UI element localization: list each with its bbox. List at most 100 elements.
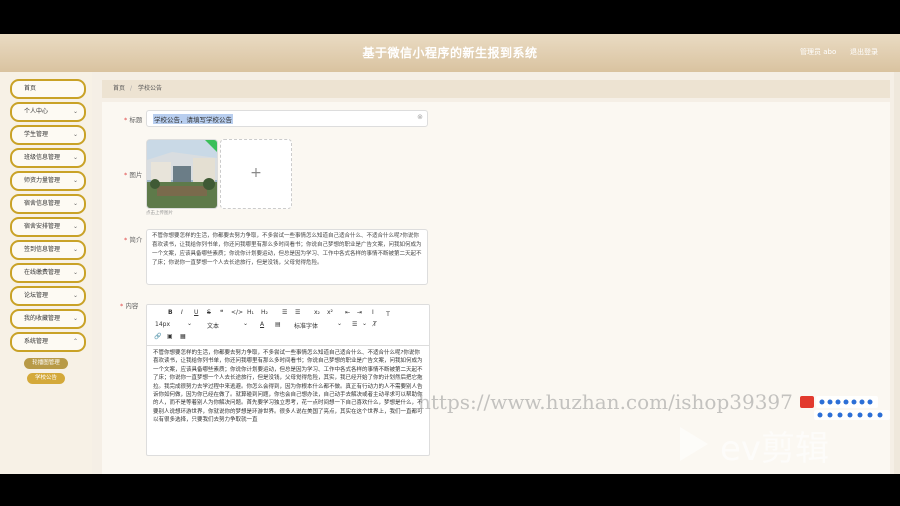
sidebar-item-classes[interactable]: 班级信息管理 ⌄ [10,148,86,168]
outdent-button[interactable]: ⇤ [345,309,350,316]
intro-textarea[interactable]: 不管你想要怎样的生活，你都要去努力争取，不多尝试一些事情怎么知道自己适合什么、不… [146,229,428,285]
video-letterbox-bottom [0,474,900,506]
sidebar-subitem-carousel[interactable]: 轮播图管理 [24,358,68,369]
subscript-button[interactable]: x₂ [314,309,320,316]
floating-ime-toolbar [800,396,890,422]
sidebar-item-label: 学生管理 [24,131,49,138]
image-label: * 图片 [124,171,143,179]
italic-button[interactable]: I [181,309,183,316]
upload-add-button[interactable]: + [220,139,292,209]
breadcrumb: 首页 / 学校公告 [102,80,890,98]
sidebar-item-label: 师资力量管理 [24,177,61,184]
h2-button[interactable]: H₂ [261,309,268,316]
page-title: 基于微信小程序的新生报到系统 [362,46,538,60]
sidebar-item-system[interactable]: 系统管理 ⌃ [10,332,86,352]
text-format-button[interactable]: Ｔ [385,309,391,318]
sidebar-item-label: 我的收藏管理 [24,315,61,322]
upload-hint: 点击上传图片 [146,211,173,216]
sidebar-item-profile[interactable]: 个人中心 ⌄ [10,102,86,122]
plus-icon: + [250,165,262,181]
sidebar-item-checkin[interactable]: 签到信息管理 ⌄ [10,240,86,260]
editor-toolbar: B I U S ❝ </> H₁ H₂ ☰ ☰ x₂ x² ⇤ ⇥ Ⅰ Ｔ 14… [147,305,429,346]
sidebar-item-label: 宿舍信息管理 [24,200,61,207]
image-icon[interactable]: ▣ [167,333,173,340]
sidebar-item-dorm-assign[interactable]: 宿舍安排管理 ⌄ [10,217,86,237]
sidebar-item-dorm-info[interactable]: 宿舍信息管理 ⌄ [10,194,86,214]
indent-button[interactable]: ⇥ [357,309,362,316]
breadcrumb-home[interactable]: 首页 [113,80,125,98]
superscript-button[interactable]: x² [327,309,333,316]
sidebar-item-label: 首页 [24,85,37,92]
top-header: 基于微信小程序的新生报到系统 管理员 abo 退出登录 [0,34,900,72]
h1-button[interactable]: H₁ [247,309,254,316]
strike-button[interactable]: S [207,309,211,316]
chevron-down-icon: ⌄ [187,320,193,327]
rich-text-editor[interactable]: B I U S ❝ </> H₁ H₂ ☰ ☰ x₂ x² ⇤ ⇥ Ⅰ Ｔ 14… [146,304,430,456]
chevron-down-icon: ⌄ [72,177,78,184]
sidebar-item-label: 宿舍安排管理 [24,223,61,230]
sidebar-item-payment[interactable]: 在线缴费管理 ⌄ [10,263,86,283]
shop-watermark: https://www.huzhan.com/ishop39397 [418,390,793,414]
bold-button[interactable]: B [168,309,173,316]
sidebar-subitem-notice[interactable]: 学校公告 [27,373,65,384]
chevron-down-icon: ⌄ [72,315,78,322]
editor-content[interactable]: 不管你想要怎样的生活，你都要去努力争取，不多尝试一些事情怎么知道自己适合什么、不… [153,349,423,425]
clear-format-button[interactable]: T̸ [373,321,377,328]
clear-icon[interactable]: ⊗ [417,113,423,121]
ordered-list-button[interactable]: ☰ [282,309,287,316]
content-label: * 内容 [120,302,139,310]
video-letterbox-top [0,0,900,34]
sidebar-item-forum[interactable]: 论坛管理 ⌄ [10,286,86,306]
chevron-down-icon: ⌄ [243,320,249,327]
sidebar-item-label: 在线缴费管理 [24,269,61,276]
background-color-button[interactable]: ▤ [275,321,281,328]
title-input-value: 学校公告，请填写学校公告 [153,114,233,124]
sidebar-item-label: 个人中心 [24,108,49,115]
sidebar-item-students[interactable]: 学生管理 ⌄ [10,125,86,145]
breadcrumb-separator: / [130,85,133,92]
chevron-down-icon: ⌄ [72,246,78,253]
play-icon [680,427,708,461]
sidebar-item-faculty[interactable]: 师资力量管理 ⌄ [10,171,86,191]
direction-button[interactable]: Ⅰ [372,309,374,316]
chevron-up-icon: ⌃ [72,338,78,345]
chevron-down-icon: ⌄ [72,292,78,299]
bullet-list-button[interactable]: ☰ [295,309,300,316]
chevron-down-icon: ⌄ [72,154,78,161]
page-scrollbar[interactable] [894,72,900,474]
current-user[interactable]: 管理员 abo [800,47,836,57]
sidebar-item-label: 论坛管理 [24,292,49,299]
sidebar: 首页 个人中心 ⌄ 学生管理 ⌄ 班级信息管理 ⌄ 师资力量管理 ⌄ 宿舍信息管理 ⌄ 宿… [0,72,92,474]
sidebar-item-label: 签到信息管理 [24,246,61,253]
uploaded-image-thumbnail[interactable] [146,139,218,209]
chevron-down-icon: ⌄ [337,320,343,327]
video-icon[interactable]: ▦ [180,333,186,340]
notice-form: * 标题 学校公告，请填写学校公告 ⊗ * 图片 + 点击上传图片 * 简介 不… [102,102,890,474]
block-format-select[interactable]: 文本 [207,321,219,330]
chevron-down-icon: ⌄ [72,131,78,138]
main-content: 首页 / 学校公告 * 标题 学校公告，请填写学校公告 ⊗ * 图片 + 点击上… [102,80,890,474]
underline-button[interactable]: U [194,309,198,316]
chevron-down-icon: ⌄ [72,269,78,276]
quote-button[interactable]: ❝ [220,309,223,316]
title-input[interactable]: 学校公告，请填写学校公告 ⊗ [146,110,428,127]
ev-logo-text: ev剪辑 [720,429,830,469]
font-family-select[interactable]: 标准字体 [294,321,318,330]
font-color-button[interactable]: A [260,321,264,328]
breadcrumb-current: 学校公告 [138,85,163,92]
align-button[interactable]: ☰ [352,321,357,328]
font-size-select[interactable]: 14px [155,321,170,328]
code-button[interactable]: </> [231,309,243,316]
sidebar-item-favorites[interactable]: 我的收藏管理 ⌄ [10,309,86,329]
sidebar-item-label: 班级信息管理 [24,154,61,161]
sidebar-item-label: 系统管理 [24,338,49,345]
ev-editor-logo: ev剪辑 [680,425,890,469]
sidebar-item-home[interactable]: 首页 [10,79,86,99]
intro-label: * 简介 [124,236,143,244]
chevron-down-icon: ⌄ [362,320,368,327]
logout-link[interactable]: 退出登录 [850,47,878,57]
title-label: * 标题 [124,116,143,124]
chevron-down-icon: ⌄ [72,108,78,115]
chevron-down-icon: ⌄ [72,200,78,207]
link-icon[interactable]: 🔗 [154,333,161,340]
